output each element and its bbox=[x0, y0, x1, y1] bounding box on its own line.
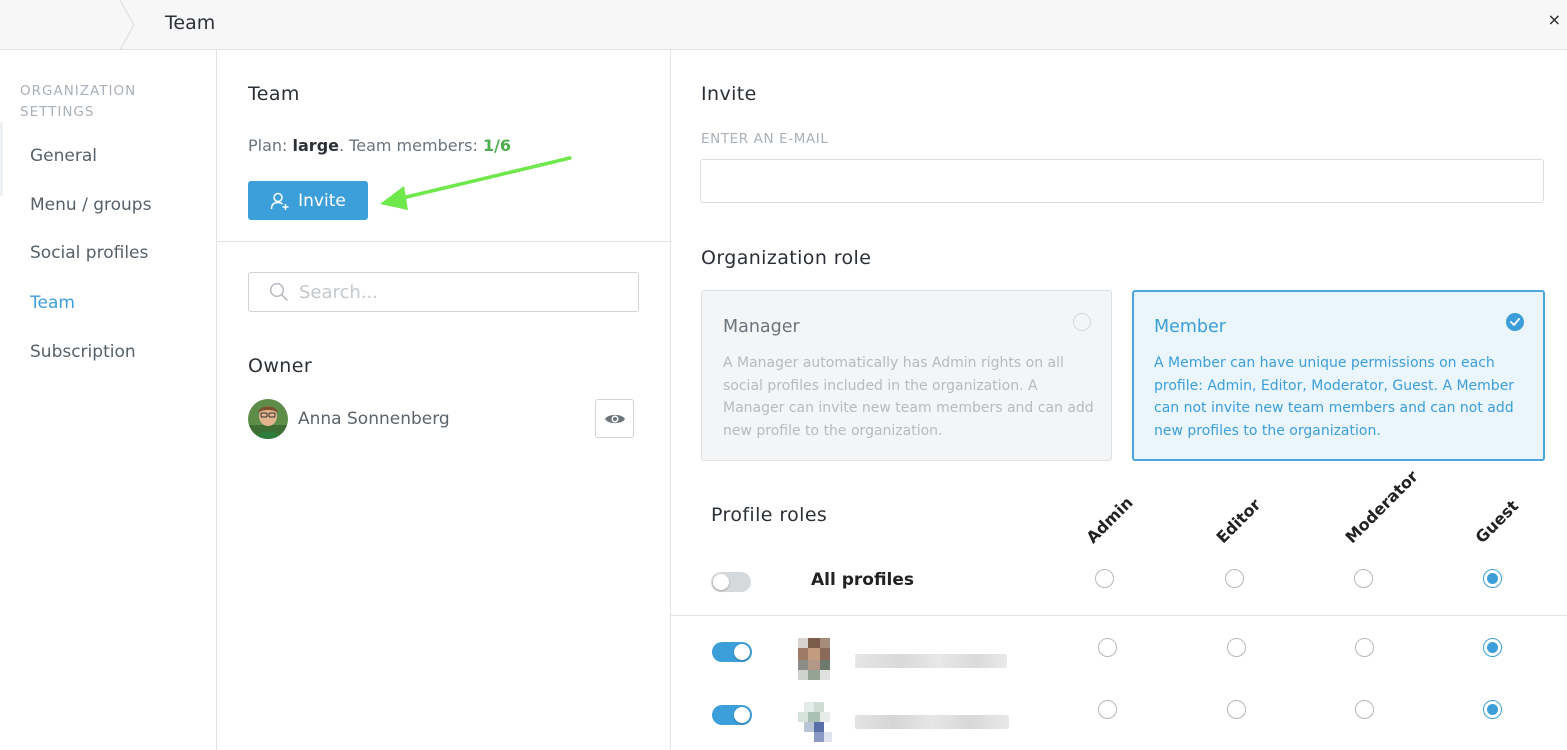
profile-avatar bbox=[792, 636, 838, 682]
all-profiles-label: All profiles bbox=[811, 570, 915, 590]
invite-button-label: Invite bbox=[298, 190, 346, 211]
invite-heading: Invite bbox=[701, 83, 757, 105]
sidebar-accent bbox=[0, 122, 3, 196]
toggle-knob bbox=[734, 644, 750, 660]
search-icon bbox=[269, 282, 288, 301]
profile-radio-editor[interactable] bbox=[1227, 700, 1246, 719]
role-description: A Member can have unique permissions on … bbox=[1154, 355, 1515, 439]
sidebar-item-general[interactable]: General bbox=[30, 146, 97, 166]
close-icon[interactable]: × bbox=[1548, 10, 1561, 29]
role-title: Manager bbox=[723, 317, 800, 337]
profile-radio-editor[interactable] bbox=[1227, 638, 1246, 657]
profile-radio-admin[interactable] bbox=[1098, 700, 1117, 719]
table-divider bbox=[671, 615, 1567, 616]
annotation-arrow-icon bbox=[380, 156, 572, 210]
settings-sidebar: ORGANIZATION SETTINGS General Menu / gro… bbox=[0, 50, 217, 750]
invite-panel: Invite ENTER AN E-MAIL Organization role… bbox=[671, 50, 1567, 750]
profile-toggle[interactable] bbox=[712, 642, 752, 662]
profile-radio-moderator[interactable] bbox=[1355, 638, 1374, 657]
column-header-moderator: Moderator bbox=[1341, 466, 1422, 547]
sidebar-heading: ORGANIZATION SETTINGS bbox=[20, 83, 137, 120]
profile-name-redacted bbox=[855, 654, 1007, 668]
toggle-knob bbox=[713, 574, 729, 590]
eye-icon bbox=[604, 414, 625, 423]
email-label: ENTER AN E-MAIL bbox=[701, 131, 829, 147]
page-title: Team bbox=[165, 12, 216, 34]
role-card-manager[interactable]: Manager A Manager automatically has Admi… bbox=[701, 290, 1112, 461]
profile-radio-guest[interactable] bbox=[1483, 638, 1502, 657]
profile-roles-heading: Profile roles bbox=[711, 504, 828, 526]
role-radio-member[interactable] bbox=[1506, 313, 1524, 331]
column-header-editor: Editor bbox=[1212, 495, 1265, 547]
checkmark-icon bbox=[1510, 318, 1520, 326]
team-heading: Team bbox=[248, 83, 300, 105]
profile-radio-admin[interactable] bbox=[1098, 638, 1117, 657]
add-user-icon bbox=[270, 192, 289, 210]
all-profiles-radio-admin[interactable] bbox=[1095, 569, 1114, 588]
role-title: Member bbox=[1154, 317, 1226, 337]
all-profiles-toggle[interactable] bbox=[711, 572, 751, 592]
owner-heading: Owner bbox=[248, 355, 313, 377]
role-card-member[interactable]: Member A Member can have unique permissi… bbox=[1132, 290, 1545, 461]
invite-button[interactable]: Invite bbox=[248, 181, 368, 220]
profile-name-redacted bbox=[855, 715, 1009, 729]
chevron-breadcrumb-icon bbox=[119, 0, 135, 50]
all-profiles-radio-editor[interactable] bbox=[1225, 569, 1244, 588]
search-input[interactable] bbox=[299, 281, 619, 303]
sidebar-item-team[interactable]: Team bbox=[30, 293, 75, 313]
profile-radio-guest[interactable] bbox=[1483, 700, 1502, 719]
plan-prefix: Plan: bbox=[248, 136, 293, 155]
owner-name: Anna Sonnenberg bbox=[298, 409, 450, 429]
search-field[interactable] bbox=[248, 272, 639, 312]
all-profiles-radio-guest[interactable] bbox=[1483, 569, 1502, 588]
column-header-guest: Guest bbox=[1471, 496, 1523, 547]
email-field[interactable] bbox=[700, 159, 1544, 203]
plan-name: large bbox=[292, 136, 339, 155]
sidebar-item-menu-groups[interactable]: Menu / groups bbox=[30, 195, 151, 215]
top-bar: Team × bbox=[0, 0, 1567, 50]
role-radio-manager[interactable] bbox=[1073, 313, 1091, 331]
all-profiles-radio-moderator[interactable] bbox=[1354, 569, 1373, 588]
avatar bbox=[248, 399, 288, 439]
panel-divider bbox=[217, 241, 670, 242]
profile-radio-moderator[interactable] bbox=[1355, 700, 1374, 719]
profile-avatar bbox=[792, 698, 838, 744]
organization-role-heading: Organization role bbox=[701, 247, 872, 269]
sidebar-item-social-profiles[interactable]: Social profiles bbox=[30, 243, 148, 263]
profile-toggle[interactable] bbox=[712, 705, 752, 725]
toggle-knob bbox=[734, 707, 750, 723]
view-owner-button[interactable] bbox=[595, 399, 634, 438]
sidebar-item-subscription[interactable]: Subscription bbox=[30, 342, 136, 362]
role-description: A Manager automatically has Admin rights… bbox=[723, 355, 1094, 439]
column-header-admin: Admin bbox=[1082, 492, 1137, 547]
team-panel: Team Plan: large. Team members: 1/6 Invi… bbox=[217, 50, 671, 750]
